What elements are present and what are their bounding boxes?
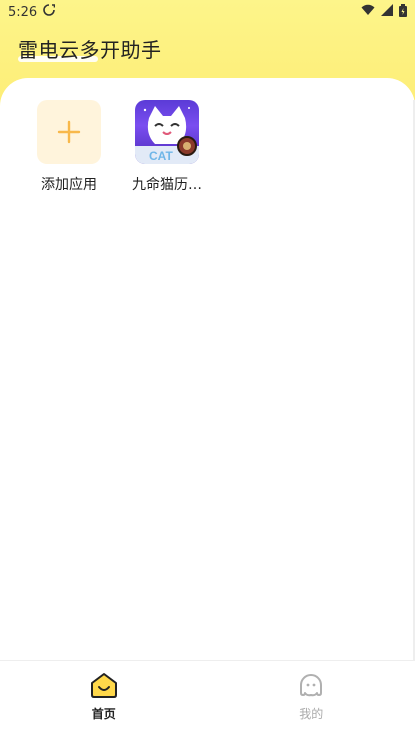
sync-icon <box>43 4 56 20</box>
nav-home-label: 首页 <box>91 706 116 721</box>
status-time: 5:26 <box>8 4 38 20</box>
svg-text:CAT: CAT <box>149 149 173 163</box>
plus-icon[interactable] <box>37 100 101 164</box>
ghost-icon <box>297 671 325 703</box>
battery-icon <box>399 3 407 21</box>
status-bar: 5:26 <box>0 0 415 24</box>
wifi-icon <box>361 4 375 20</box>
app-tile-cat-game[interactable]: CAT 九命猫历… <box>130 100 204 194</box>
app-grid: 添加应用 CAT 九命猫历… <box>32 100 204 194</box>
nav-home[interactable]: 首页 <box>44 661 164 731</box>
page-title: 雷电云多开助手 <box>18 38 162 62</box>
cat-game-label: 九命猫历… <box>132 177 202 193</box>
nav-mine[interactable]: 我的 <box>251 661 371 731</box>
home-icon <box>89 671 119 703</box>
add-app-tile[interactable]: 添加应用 <box>32 100 106 194</box>
add-app-label: 添加应用 <box>41 177 97 193</box>
nav-mine-label: 我的 <box>299 706 324 721</box>
signal-icon <box>381 4 393 20</box>
bottom-nav: 首页 我的 <box>0 660 415 731</box>
cat-game-icon[interactable]: CAT <box>135 100 199 164</box>
